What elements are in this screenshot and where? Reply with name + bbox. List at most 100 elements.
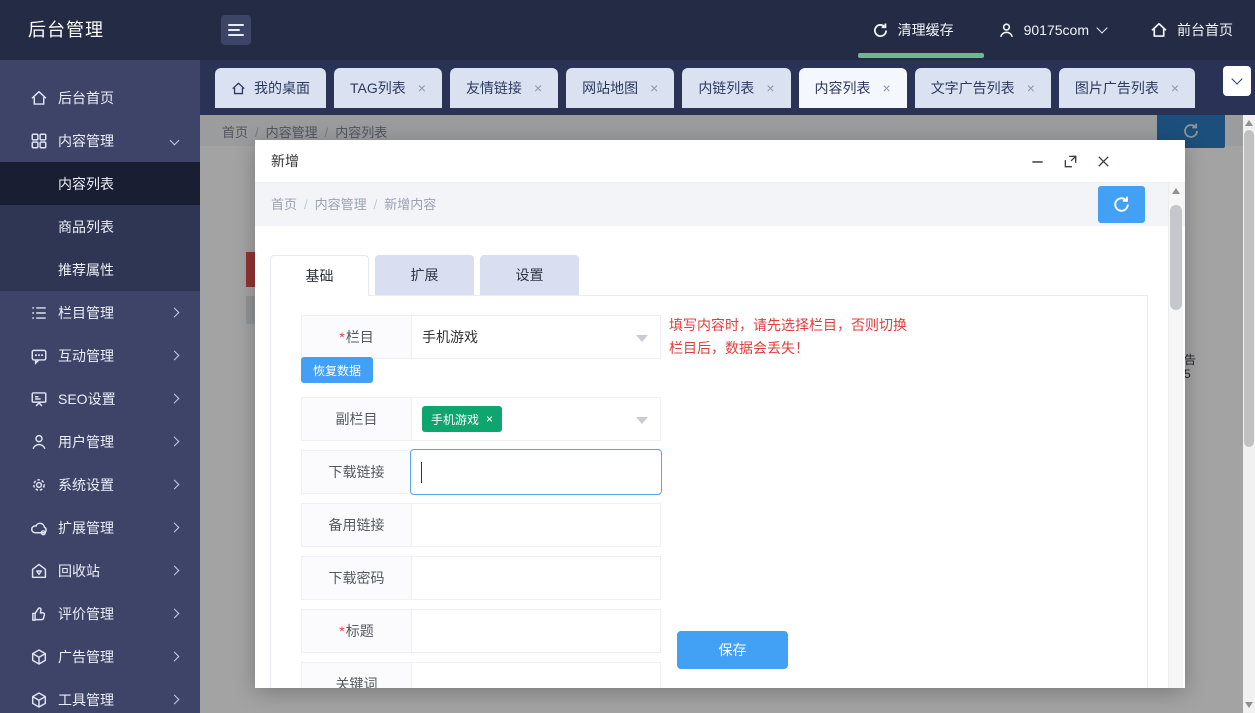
sidebar: 后台首页 内容管理 内容列表 商品列表 推荐属性 栏目管理 互动管理 SEO设置…: [0, 60, 200, 713]
sidebar-item-content-list[interactable]: 内容列表: [0, 162, 200, 205]
tab-settings[interactable]: 设置: [480, 255, 579, 295]
user-icon: [998, 22, 1015, 39]
chevron-down-icon: [636, 335, 648, 342]
form-panel: * 栏目 手机游戏 填写内容时，请先选择栏目，否则切换 栏目后，数据会丢失！ 恢复…: [270, 295, 1148, 688]
form-row-download-password: 下载密码: [301, 556, 661, 600]
tab-friend-links[interactable]: 友情链接 ×: [449, 68, 559, 108]
app-title: 后台管理: [28, 20, 104, 40]
subcolumn-multiselect[interactable]: 手机游戏 ×: [412, 398, 660, 440]
maximize-button[interactable]: [1062, 153, 1078, 169]
keywords-input[interactable]: [412, 663, 660, 688]
tabs-overflow-button[interactable]: [1223, 66, 1251, 96]
refresh-icon: [1114, 196, 1129, 212]
title-input[interactable]: [412, 610, 660, 652]
chevron-right-icon: [169, 479, 180, 490]
tab-my-desktop[interactable]: 我的桌面: [215, 68, 326, 108]
sidebar-item-review-mgmt[interactable]: 评价管理: [0, 592, 200, 635]
chevron-down-icon: [636, 417, 648, 424]
cube-icon: [31, 691, 47, 708]
modal-window-controls: [1029, 153, 1169, 169]
sidebar-item-dashboard[interactable]: 后台首页: [0, 76, 200, 119]
sidebar-item-product-list[interactable]: 商品列表: [0, 205, 200, 248]
chevron-right-icon: [169, 651, 180, 662]
chevron-right-icon: [169, 608, 180, 619]
sidebar-toggle-button[interactable]: [221, 15, 251, 45]
minimize-button[interactable]: [1029, 153, 1045, 169]
tab-extended[interactable]: 扩展: [375, 255, 474, 295]
close-icon[interactable]: ×: [883, 81, 891, 95]
scroll-up-arrow[interactable]: [1172, 188, 1180, 194]
download-link-input[interactable]: [410, 449, 662, 495]
backup-link-input[interactable]: [412, 504, 660, 546]
tab-sitemap[interactable]: 网站地图 ×: [566, 68, 675, 108]
tab-basic[interactable]: 基础: [270, 255, 369, 296]
home-icon: [232, 82, 245, 94]
sidebar-item-system-settings[interactable]: 系统设置: [0, 463, 200, 506]
sidebar-item-extension-mgmt[interactable]: 扩展管理: [0, 506, 200, 549]
recycle-icon: [31, 563, 47, 578]
scrollbar-thumb[interactable]: [1244, 130, 1254, 447]
chevron-right-icon: [169, 436, 180, 447]
close-icon[interactable]: ×: [1171, 81, 1179, 95]
save-button[interactable]: 保存: [677, 631, 788, 669]
sidebar-item-interaction-mgmt[interactable]: 互动管理: [0, 334, 200, 377]
tag-remove-icon[interactable]: ×: [486, 412, 493, 426]
thumbs-up-icon: [32, 606, 46, 621]
admin-app: 后台管理 清理缓存 90175com 前台首页 后台首页 内容管理 内容列表 商…: [0, 0, 1255, 713]
sidebar-item-column-mgmt[interactable]: 栏目管理: [0, 291, 200, 334]
close-button[interactable]: [1095, 153, 1111, 169]
maximize-icon: [1064, 155, 1076, 167]
active-indicator: [857, 53, 984, 58]
restore-data-button[interactable]: 恢复数据: [301, 357, 373, 383]
sidebar-item-seo-settings[interactable]: SEO设置: [0, 377, 200, 420]
username: 90175com: [1023, 22, 1089, 38]
modal-refresh-button[interactable]: [1098, 186, 1145, 223]
form-row-keywords: 关键词: [301, 662, 661, 688]
sidebar-item-user-mgmt[interactable]: 用户管理: [0, 420, 200, 463]
user-menu[interactable]: 90175com: [998, 0, 1108, 60]
sidebar-item-recycle-bin[interactable]: 回收站: [0, 549, 200, 592]
tab-inner-links[interactable]: 内链列表 ×: [682, 68, 791, 108]
sidebar-item-recommend-attrs[interactable]: 推荐属性: [0, 248, 200, 291]
tab-image-ads[interactable]: 图片广告列表 ×: [1058, 68, 1196, 108]
scrollbar-thumb[interactable]: [1170, 205, 1182, 310]
tab-text-ads[interactable]: 文字广告列表 ×: [914, 68, 1051, 108]
close-icon[interactable]: ×: [418, 81, 426, 95]
gear-icon: [33, 478, 45, 491]
close-icon[interactable]: ×: [766, 81, 774, 95]
chevron-right-icon: [169, 522, 180, 533]
sidebar-item-tool-mgmt[interactable]: 工具管理: [0, 678, 200, 713]
form-row-title: * 标题: [301, 609, 661, 653]
close-icon[interactable]: ×: [1027, 81, 1035, 95]
form-row-subcolumn: 副栏目 手机游戏 ×: [301, 397, 661, 441]
modal-form-tabs: 基础 扩展 设置: [270, 255, 579, 296]
scroll-down-arrow[interactable]: [1245, 702, 1253, 708]
tab-content-list[interactable]: 内容列表 ×: [798, 68, 907, 108]
list-icon: [32, 306, 46, 319]
scroll-up-arrow[interactable]: [1245, 120, 1253, 126]
close-icon[interactable]: ×: [534, 81, 542, 95]
clear-cache-button[interactable]: 清理缓存: [857, 0, 984, 60]
minimize-icon: [1031, 160, 1043, 163]
tab-tag-list[interactable]: TAG列表 ×: [334, 68, 442, 108]
field-label: 关键词: [302, 663, 412, 688]
column-warning-text: 填写内容时，请先选择栏目，否则切换 栏目后，数据会丢失！: [669, 317, 907, 356]
clear-cache-label: 清理缓存: [897, 22, 954, 38]
open-tabs-bar: 我的桌面 TAG列表 × 友情链接 × 网站地图 × 内链列表 × 内容列表 × 文字广告…: [200, 60, 1255, 115]
text-caret: [421, 462, 422, 483]
close-icon: [1097, 155, 1109, 167]
column-select[interactable]: 手机游戏: [412, 316, 660, 358]
cloud-icon: [31, 522, 47, 535]
front-home-button[interactable]: 前台首页: [1150, 0, 1233, 60]
chevron-right-icon: [169, 350, 180, 361]
close-icon[interactable]: ×: [650, 81, 658, 95]
page-scrollbar[interactable]: [1243, 115, 1255, 713]
download-password-input[interactable]: [412, 557, 660, 599]
sidebar-submenu-content: 内容列表 商品列表 推荐属性: [0, 162, 200, 291]
form-row-column: * 栏目 手机游戏: [301, 315, 661, 359]
sidebar-item-content-mgmt[interactable]: 内容管理: [0, 119, 200, 162]
modal-scrollbar[interactable]: [1168, 183, 1183, 688]
chevron-down-icon: [169, 135, 180, 146]
sidebar-item-ad-mgmt[interactable]: 广告管理: [0, 635, 200, 678]
modal-breadcrumb-bar: 首页 / 内容管理 / 新增内容: [255, 183, 1185, 226]
